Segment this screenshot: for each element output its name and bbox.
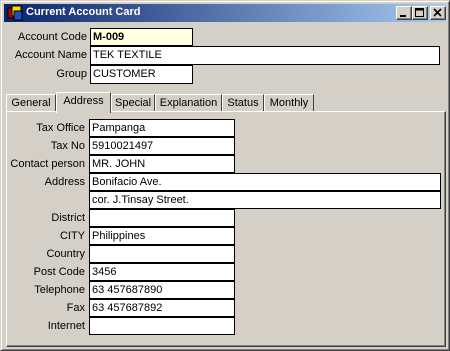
maximize-icon [415,8,424,17]
group-label: Group [56,68,87,80]
district-label: District [51,212,85,224]
city-field[interactable]: Philippines [89,227,235,245]
title-bar[interactable]: Current Account Card [4,4,446,22]
contact-person-label: Contact person [10,158,85,170]
group-field[interactable]: CUSTOMER [90,65,193,84]
address-label: Address [44,176,85,188]
post-code-field[interactable]: 3456 [89,263,235,281]
tab-explanation[interactable]: Explanation [155,94,222,112]
fax-label: Fax [66,302,85,314]
tax-no-field[interactable]: 5910021497 [89,137,235,155]
city-label: CITY [59,230,85,242]
account-code-field[interactable]: M-009 [90,28,193,46]
close-icon [433,8,442,17]
app-icon[interactable] [7,5,23,21]
internet-field[interactable] [89,317,235,335]
telephone-field[interactable]: 63 457687890 [89,281,235,299]
fax-field[interactable]: 63 457687892 [89,299,235,317]
tax-office-field[interactable]: Pampanga [89,119,235,137]
telephone-label: Telephone [34,284,85,296]
tab-address[interactable]: Address [56,92,111,113]
close-button[interactable] [430,6,446,20]
tab-monthly[interactable]: Monthly [264,94,314,112]
district-field[interactable] [89,209,235,227]
account-code-label: Account Code [17,31,87,43]
address-line1-field[interactable]: Bonifacio Ave. [89,173,441,191]
tax-office-label: Tax Office [36,122,85,134]
minimize-button[interactable] [396,6,412,20]
country-label: Country [46,248,85,260]
country-field[interactable] [89,245,235,263]
address-line2-field[interactable]: cor. J.Tinsay Street. [89,191,441,209]
account-card-window: Current Account Card Account Code M-009 … [0,0,450,351]
contact-person-field[interactable]: MR. JOHN [89,155,235,173]
tab-status[interactable]: Status [222,94,264,112]
tab-general[interactable]: General [6,94,56,112]
window-title: Current Account Card [26,6,141,18]
maximize-button[interactable] [412,6,428,20]
account-name-field[interactable]: TEK TEXTILE [90,46,440,65]
post-code-label: Post Code [33,266,85,278]
tab-special[interactable]: Special [111,94,155,112]
account-name-label: Account Name [14,49,87,61]
minimize-icon [400,15,406,17]
internet-label: Internet [47,320,85,332]
tab-strip: General Address Special Explanation Stat… [6,92,446,113]
tax-no-label: Tax No [50,140,85,152]
